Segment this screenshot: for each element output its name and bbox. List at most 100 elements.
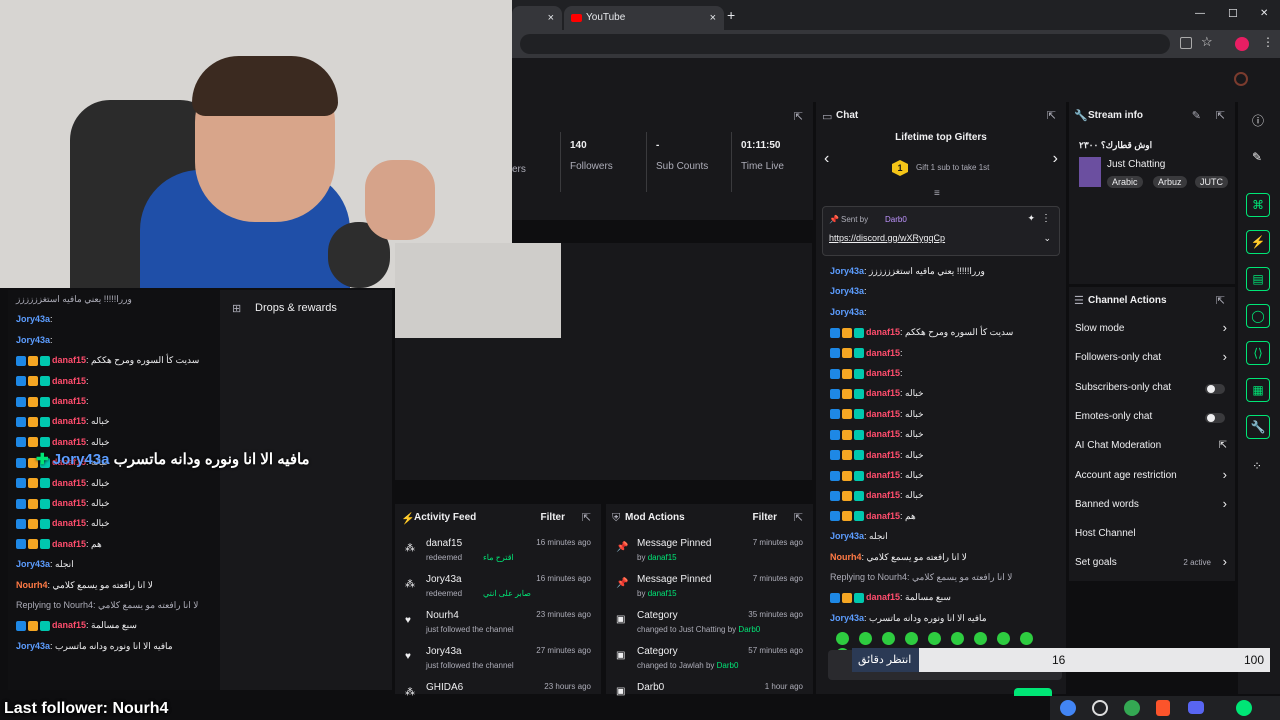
chat-username[interactable]: danaf15	[866, 388, 900, 398]
brave-icon[interactable]	[1156, 700, 1170, 716]
browser-tab-partial[interactable]: ×	[512, 6, 562, 30]
channel-action-item[interactable]: Account age restriction ›	[1075, 467, 1235, 488]
quick-action-button[interactable]: ◯	[1246, 304, 1270, 328]
tab-close-icon[interactable]: ×	[548, 6, 554, 30]
chevron-left-icon[interactable]: ‹	[824, 150, 829, 168]
chat-username[interactable]: danaf15	[52, 355, 86, 365]
info-icon[interactable]: ⓘ	[1252, 112, 1264, 129]
mod-action-who[interactable]: danaf15	[648, 553, 677, 562]
pinned-link[interactable]: https://discord.gg/wXRygqCp	[829, 233, 945, 243]
unpin-icon[interactable]: ✦	[1027, 213, 1035, 224]
chat-username[interactable]: Jory43a	[16, 314, 50, 324]
chat-username[interactable]: danaf15	[866, 470, 900, 480]
popout-icon[interactable]: ⇱	[1047, 109, 1056, 122]
chat-username[interactable]: danaf15	[52, 518, 86, 528]
toggle-switch[interactable]	[1205, 412, 1225, 423]
mod-action-who[interactable]: Darb0	[738, 625, 760, 634]
tag-chip[interactable]: Arbuz	[1153, 176, 1187, 188]
popout-icon[interactable]: ⇱	[1216, 109, 1225, 122]
popout-icon[interactable]: ⇱	[794, 110, 803, 123]
chat-username[interactable]: danaf15	[52, 396, 86, 406]
emote-icon[interactable]	[905, 632, 918, 645]
edit-icon[interactable]: ✎	[1252, 150, 1262, 164]
quick-action-button[interactable]: ⟨⟩	[1246, 341, 1270, 365]
quick-action-button[interactable]: ▤	[1246, 267, 1270, 291]
filter-button[interactable]: Filter	[541, 512, 565, 523]
chat-username[interactable]: danaf15	[866, 327, 900, 337]
omnibox-input[interactable]	[520, 34, 1170, 54]
emote-icon[interactable]	[836, 632, 849, 645]
emote-icon[interactable]	[882, 632, 895, 645]
channel-action-item[interactable]: Followers-only chat ›	[1075, 349, 1235, 370]
chat-username[interactable]: Jory43a	[830, 266, 864, 276]
chat-username[interactable]: danaf15	[866, 429, 900, 439]
quick-action-button[interactable]: 🔧	[1246, 415, 1270, 439]
chat-username[interactable]: Jory43a	[830, 286, 864, 296]
add-action-icon[interactable]: ⁘	[1252, 459, 1262, 473]
chrome-icon[interactable]	[1124, 700, 1140, 716]
channel-action-item[interactable]: Emotes-only chat	[1075, 411, 1235, 429]
more-icon[interactable]: ⋮	[1041, 213, 1051, 224]
quick-action-button[interactable]: ⌘	[1246, 193, 1270, 217]
chat-username[interactable]: Nourh4	[16, 580, 48, 590]
filter-button[interactable]: Filter	[753, 512, 777, 523]
chat-send-button[interactable]	[1014, 688, 1052, 696]
tab-close-icon[interactable]: ×	[710, 6, 716, 30]
chevron-right-icon[interactable]: ›	[1053, 150, 1058, 168]
chat-username[interactable]: danaf15	[866, 490, 900, 500]
edit-icon[interactable]: ✎	[1192, 109, 1201, 122]
browser-tab-youtube[interactable]: YouTube ×	[564, 6, 724, 30]
emote-icon[interactable]	[951, 632, 964, 645]
activity-user[interactable]: GHIDA6	[426, 682, 463, 693]
chat-username[interactable]: danaf15	[866, 409, 900, 419]
chat-username[interactable]: danaf15	[52, 498, 86, 508]
collapse-icon[interactable]: ≡	[934, 188, 940, 199]
chat-username[interactable]: danaf15	[52, 620, 86, 630]
chat-username[interactable]: danaf15	[866, 511, 900, 521]
profile-avatar-icon[interactable]	[1234, 72, 1248, 86]
translate-icon[interactable]	[1180, 37, 1192, 49]
activity-user[interactable]: Jory43a	[426, 574, 462, 585]
popout-icon[interactable]: ⇱	[794, 511, 803, 524]
popout-icon[interactable]: ⇱	[582, 511, 591, 524]
chat-username[interactable]: danaf15	[866, 450, 900, 460]
emote-icon[interactable]	[928, 632, 941, 645]
close-window-button[interactable]: ✕	[1260, 8, 1268, 19]
chat-username[interactable]: Jory43a	[16, 641, 50, 651]
activity-user[interactable]: danaf15	[426, 538, 462, 549]
chat-username[interactable]: danaf15	[52, 539, 86, 549]
emote-icon[interactable]	[1020, 632, 1033, 645]
browser-menu-icon[interactable]: ⋮	[1262, 35, 1274, 49]
mod-action-who[interactable]: danaf15	[648, 589, 677, 598]
chat-username[interactable]: Jory43a	[830, 531, 864, 541]
maximize-button[interactable]: ☐	[1228, 7, 1238, 20]
minimize-button[interactable]: —	[1195, 8, 1205, 19]
obs-icon[interactable]	[1092, 700, 1108, 716]
status-icon[interactable]	[1236, 700, 1252, 716]
quick-action-button[interactable]: ⚡	[1246, 230, 1270, 254]
channel-action-item[interactable]: Set goals › 2 active	[1075, 554, 1235, 575]
chat-username[interactable]: danaf15	[52, 376, 86, 386]
toggle-switch[interactable]	[1205, 383, 1225, 394]
chat-username[interactable]: danaf15	[52, 437, 86, 447]
channel-action-item[interactable]: Banned words ›	[1075, 496, 1235, 517]
chrome-icon[interactable]	[1060, 700, 1076, 716]
activity-user[interactable]: Nourh4	[426, 610, 459, 621]
tag-chip[interactable]: Arabic	[1107, 176, 1143, 188]
chat-username[interactable]: Jory43a	[830, 307, 864, 317]
discord-icon[interactable]	[1188, 701, 1204, 714]
chat-username[interactable]: Jory43a	[16, 335, 50, 345]
tag-chip[interactable]: JUTC	[1195, 176, 1228, 188]
bookmark-star-icon[interactable]: ☆	[1201, 34, 1213, 50]
activity-user[interactable]: Jory43a	[426, 646, 462, 657]
chat-username[interactable]: Nourh4	[830, 552, 862, 562]
popout-icon[interactable]: ⇱	[1216, 294, 1225, 307]
emote-icon[interactable]	[974, 632, 987, 645]
channel-action-item[interactable]: AI Chat Moderation ⇱	[1075, 440, 1235, 458]
new-tab-button[interactable]: +	[727, 7, 735, 23]
emote-icon[interactable]	[997, 632, 1010, 645]
channel-action-item[interactable]: Host Channel	[1075, 528, 1235, 546]
mod-action-who[interactable]: Darb0	[717, 661, 739, 670]
chat-username[interactable]: Jory43a	[16, 559, 50, 569]
profile-avatar-icon[interactable]	[1235, 37, 1249, 51]
